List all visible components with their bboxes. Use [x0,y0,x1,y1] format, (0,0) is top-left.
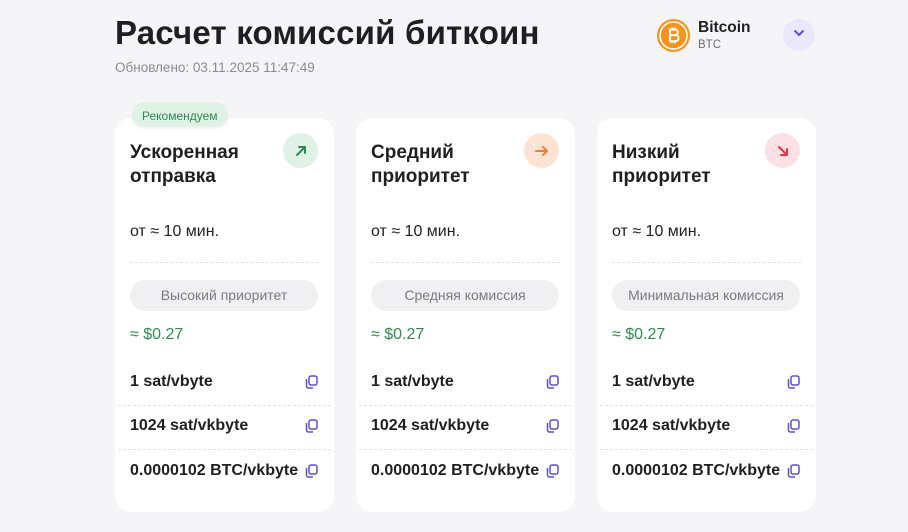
divider [612,262,801,263]
divider [130,262,319,263]
arrow-down-right-icon [765,133,800,168]
fee-card-low: Низкий приоритет от ≈ 10 мин. Минимальна… [597,118,816,512]
copy-icon[interactable] [785,374,801,390]
fee-value: 0.0000102 BTC/vkbyte [371,462,540,479]
divider [371,262,560,263]
fee-row: 0.0000102 BTC/vkbyte [612,449,801,493]
fee-row: 1024 sat/vkbyte [130,404,319,448]
copy-icon[interactable] [544,374,560,390]
fee-card-medium: Средний приоритет от ≈ 10 мин. Средняя к… [356,118,575,512]
recommended-badge: Рекомендуем [130,100,230,129]
fee-row: 1024 sat/vkbyte [612,404,801,448]
priority-pill: Минимальная комиссия [612,280,800,311]
bitcoin-logo-icon [657,19,690,52]
updated-timestamp: Обновлено: 03.11.2025 11:47:49 [115,60,315,75]
fee-row: 1 sat/vbyte [371,360,560,404]
fee-value: 1024 sat/vkbyte [612,417,731,434]
fee-row: 1 sat/vbyte [612,360,801,404]
fee-value: 0.0000102 BTC/vkbyte [130,462,299,479]
fee-row: 1024 sat/vkbyte [371,404,560,448]
copy-icon[interactable] [303,418,319,434]
fee-value: 1024 sat/vkbyte [371,417,490,434]
fee-row: 0.0000102 BTC/vkbyte [130,449,319,493]
usd-estimate: ≈ $0.27 [371,326,425,343]
copy-icon[interactable] [785,463,801,479]
fee-value: 1 sat/vbyte [371,373,454,390]
estimated-time: от ≈ 10 мин. [612,223,702,240]
coin-selector[interactable]: Bitcoin BTC [657,19,751,52]
fee-card-fast: Ускоренная отправка от ≈ 10 мин. Высокий… [115,118,334,512]
fee-value: 1 sat/vbyte [612,373,695,390]
priority-pill: Высокий приоритет [130,280,318,311]
fee-value: 1024 sat/vkbyte [130,417,249,434]
copy-icon[interactable] [544,418,560,434]
estimated-time: от ≈ 10 мин. [130,223,220,240]
usd-estimate: ≈ $0.27 [130,326,184,343]
fee-value: 1 sat/vbyte [130,373,213,390]
coin-ticker: BTC [698,39,721,51]
copy-icon[interactable] [303,463,319,479]
card-title: Низкий приоритет [612,142,711,187]
usd-estimate: ≈ $0.27 [612,326,666,343]
coin-name: Bitcoin [698,18,751,36]
arrow-up-right-icon [283,133,318,168]
card-title: Средний приоритет [371,142,470,187]
chevron-down-icon [792,26,806,45]
estimated-time: от ≈ 10 мин. [371,223,461,240]
card-title: Ускоренная отправка [130,142,239,187]
copy-icon[interactable] [544,463,560,479]
fee-value: 0.0000102 BTC/vkbyte [612,462,781,479]
copy-icon[interactable] [303,374,319,390]
arrow-right-icon [524,133,559,168]
priority-pill: Средняя комиссия [371,280,559,311]
copy-icon[interactable] [785,418,801,434]
page-title: Расчет комиссий биткоин [115,14,540,51]
fee-row: 1 sat/vbyte [130,360,319,404]
fee-row: 0.0000102 BTC/vkbyte [371,449,560,493]
coin-dropdown-button[interactable] [783,19,815,51]
